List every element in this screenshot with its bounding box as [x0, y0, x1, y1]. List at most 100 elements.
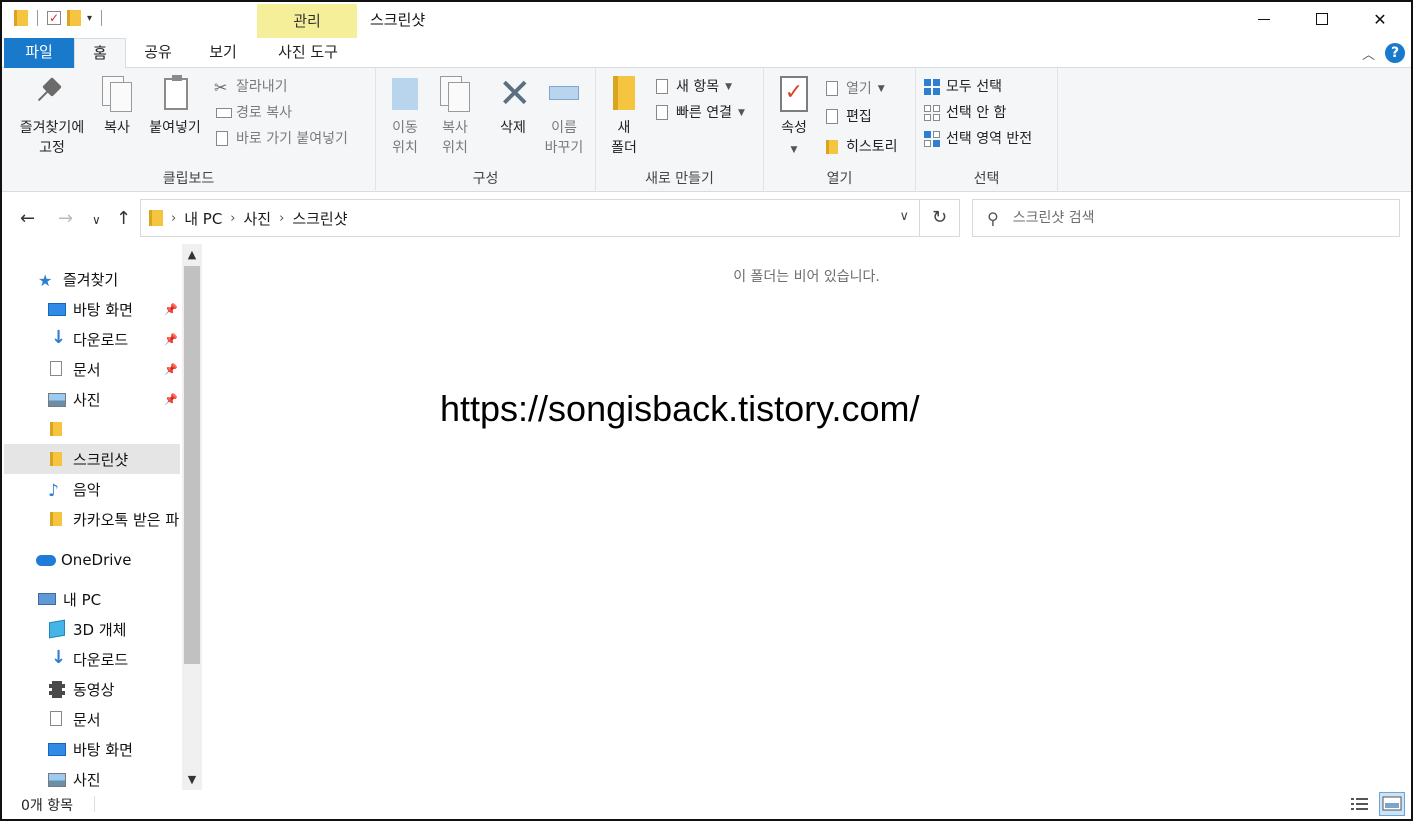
file-explorer-window: ✓ ▾ 관리 스크린샷 ✕ 파일 홈 공유 보기 사진 도구 ︿ ? 즐겨찾기에… — [0, 0, 1413, 821]
breadcrumb-chevron-icon[interactable]: › — [279, 211, 284, 226]
dropdown-arrow-icon: ▼ — [737, 108, 745, 118]
ribbon-collapse-chevron-icon[interactable]: ︿ — [1362, 44, 1375, 63]
new-item-button[interactable]: 새 항목 ▼ — [654, 76, 732, 98]
open-button[interactable]: 열기 ▼ — [824, 78, 885, 100]
properties-button[interactable]: ✓ 속성 ▼ — [772, 76, 816, 160]
scroll-thumb[interactable] — [184, 266, 200, 664]
nav-item-screenshots[interactable]: 스크린샷 — [4, 444, 180, 474]
new-group: 새 폴더 새 항목 ▼ 빠른 연결 ▼ 새로 만들기 — [596, 68, 764, 192]
copy-button[interactable]: 복사 — [96, 76, 138, 138]
paste-button[interactable]: 붙여넣기 — [144, 75, 206, 138]
scroll-up-chevron-icon[interactable]: ▲ — [182, 248, 202, 261]
breadcrumb-chevron-icon[interactable]: › — [171, 211, 176, 226]
help-icon[interactable]: ? — [1385, 43, 1405, 63]
history-button[interactable]: 히스토리 — [824, 136, 898, 158]
film-icon — [48, 681, 66, 698]
new-folder-icon[interactable] — [67, 10, 81, 26]
address-dropdown-chevron-icon[interactable]: ∨ — [899, 209, 909, 224]
invert-selection-button[interactable]: 선택 영역 반전 — [924, 128, 1032, 150]
properties-icon[interactable]: ✓ — [47, 11, 61, 25]
copy-to-button[interactable]: 복사 위치 — [432, 76, 478, 158]
file-list[interactable]: 이 폴더는 비어 있습니다. https://songisback.tistor… — [202, 244, 1411, 790]
tab-share[interactable]: 공유 — [136, 38, 180, 68]
item-count: 0개 항목 — [21, 798, 73, 814]
search-input[interactable] — [1012, 210, 1373, 226]
copy-icon — [100, 76, 134, 114]
easy-access-button[interactable]: 빠른 연결 ▼ — [654, 102, 745, 124]
nav-item-music[interactable]: ♪ 음악 — [4, 474, 180, 504]
download-arrow-icon: ↓ — [51, 647, 67, 668]
tab-view[interactable]: 보기 — [198, 38, 248, 68]
breadcrumb-chevron-icon[interactable]: › — [230, 211, 235, 226]
scroll-down-chevron-icon[interactable]: ▼ — [182, 773, 202, 786]
cut-button[interactable]: ✂ 잘라내기 — [214, 76, 288, 98]
recent-locations-chevron-icon[interactable]: ∨ — [92, 213, 101, 227]
rename-button[interactable]: 이름 바꾸기 — [538, 76, 590, 158]
pin-icon: 📌 — [164, 332, 178, 346]
nav-item-desktop[interactable]: 바탕 화면 📌 — [4, 294, 180, 324]
nav-item-documents[interactable]: 문서 📌 — [4, 354, 180, 384]
maximize-icon — [1316, 13, 1328, 25]
select-group: 모두 선택 선택 안 함 선택 영역 반전 선택 — [916, 68, 1058, 192]
nav-item-downloads[interactable]: ↓ 다운로드 📌 — [4, 324, 180, 354]
new-folder-icon — [607, 76, 641, 114]
status-bar: 0개 항목 — [2, 790, 1411, 819]
nav-scrollbar[interactable]: ▲ ▼ — [182, 244, 202, 790]
copy-to-icon — [438, 76, 472, 114]
nav-this-pc[interactable]: 내 PC — [4, 584, 180, 614]
large-icons-view-icon[interactable] — [1379, 792, 1405, 816]
paste-icon — [158, 75, 192, 114]
select-all-button[interactable]: 모두 선택 — [924, 76, 1002, 98]
refresh-button[interactable]: ↻ — [920, 199, 960, 237]
back-arrow-icon[interactable]: ← — [20, 208, 35, 229]
nav-item-3d-objects[interactable]: 3D 개체 — [4, 614, 180, 644]
close-icon: ✕ — [1373, 9, 1387, 29]
edit-button[interactable]: 편집 — [824, 106, 872, 128]
tab-home[interactable]: 홈 — [74, 38, 126, 69]
tab-picture-tools[interactable]: 사진 도구 — [260, 38, 356, 68]
desktop-icon — [48, 301, 66, 317]
copy-path-button[interactable]: 경로 복사 — [214, 102, 292, 124]
details-view-icon[interactable] — [1349, 794, 1371, 814]
status-separator — [94, 796, 95, 812]
minimize-button[interactable] — [1235, 2, 1293, 36]
maximize-button[interactable] — [1293, 2, 1351, 36]
nav-onedrive[interactable]: OneDrive — [4, 545, 180, 575]
context-tab-manage: 관리 — [257, 4, 357, 38]
breadcrumb-screenshots[interactable]: 스크린샷 — [292, 208, 347, 229]
nav-quick-access[interactable]: ★ 즐겨찾기 — [4, 264, 180, 294]
open-group-label: 열기 — [826, 171, 853, 187]
nav-item-videos[interactable]: 동영상 — [4, 674, 180, 704]
quick-access-toolbar: ✓ ▾ — [14, 10, 105, 26]
search-icon: ⚲ — [987, 208, 999, 228]
nav-item-unnamed-folder[interactable] — [4, 414, 180, 444]
qat-dropdown-icon[interactable]: ▾ — [87, 13, 92, 24]
nav-item-pc-desktop[interactable]: 바탕 화면 — [4, 734, 180, 764]
close-button[interactable]: ✕ — [1351, 2, 1409, 36]
nav-item-kakaotalk[interactable]: 카카오톡 받은 파 — [4, 504, 180, 534]
move-to-button[interactable]: 이동 위치 — [382, 76, 428, 158]
breadcrumb-pictures[interactable]: 사진 — [244, 208, 272, 229]
nav-item-pc-pictures[interactable]: 사진 — [4, 764, 180, 790]
search-box[interactable]: ⚲ — [972, 199, 1400, 237]
pin-to-quick-access-button[interactable]: 즐겨찾기에 고정 — [12, 76, 92, 158]
pin-icon: 📌 — [164, 392, 178, 406]
pin-icon: 📌 — [164, 362, 178, 376]
delete-button[interactable]: ✕ 삭제 — [490, 71, 536, 138]
organize-group: 이동 위치 복사 위치 ✕ 삭제 이름 바꾸기 구성 — [376, 68, 596, 192]
cube-icon — [48, 619, 66, 639]
open-group: ✓ 속성 ▼ 열기 ▼ 편집 히스토리 열기 — [764, 68, 916, 192]
select-none-button[interactable]: 선택 안 함 — [924, 102, 1006, 124]
paste-shortcut-button[interactable]: 바로 가기 붙여넣기 — [214, 128, 348, 150]
breadcrumb-this-pc[interactable]: 내 PC — [184, 208, 222, 229]
nav-item-pictures[interactable]: 사진 📌 — [4, 384, 180, 414]
tab-file[interactable]: 파일 — [4, 38, 74, 68]
address-bar[interactable]: › 내 PC › 사진 › 스크린샷 ∨ — [140, 199, 920, 237]
new-folder-button[interactable]: 새 폴더 — [602, 76, 646, 158]
nav-item-pc-downloads[interactable]: ↓ 다운로드 — [4, 644, 180, 674]
nav-item-pc-documents[interactable]: 문서 — [4, 704, 180, 734]
forward-arrow-icon[interactable]: → — [58, 208, 73, 229]
pictures-icon — [48, 391, 66, 407]
delete-x-icon: ✕ — [498, 71, 532, 117]
up-arrow-icon[interactable]: ↑ — [116, 208, 131, 229]
